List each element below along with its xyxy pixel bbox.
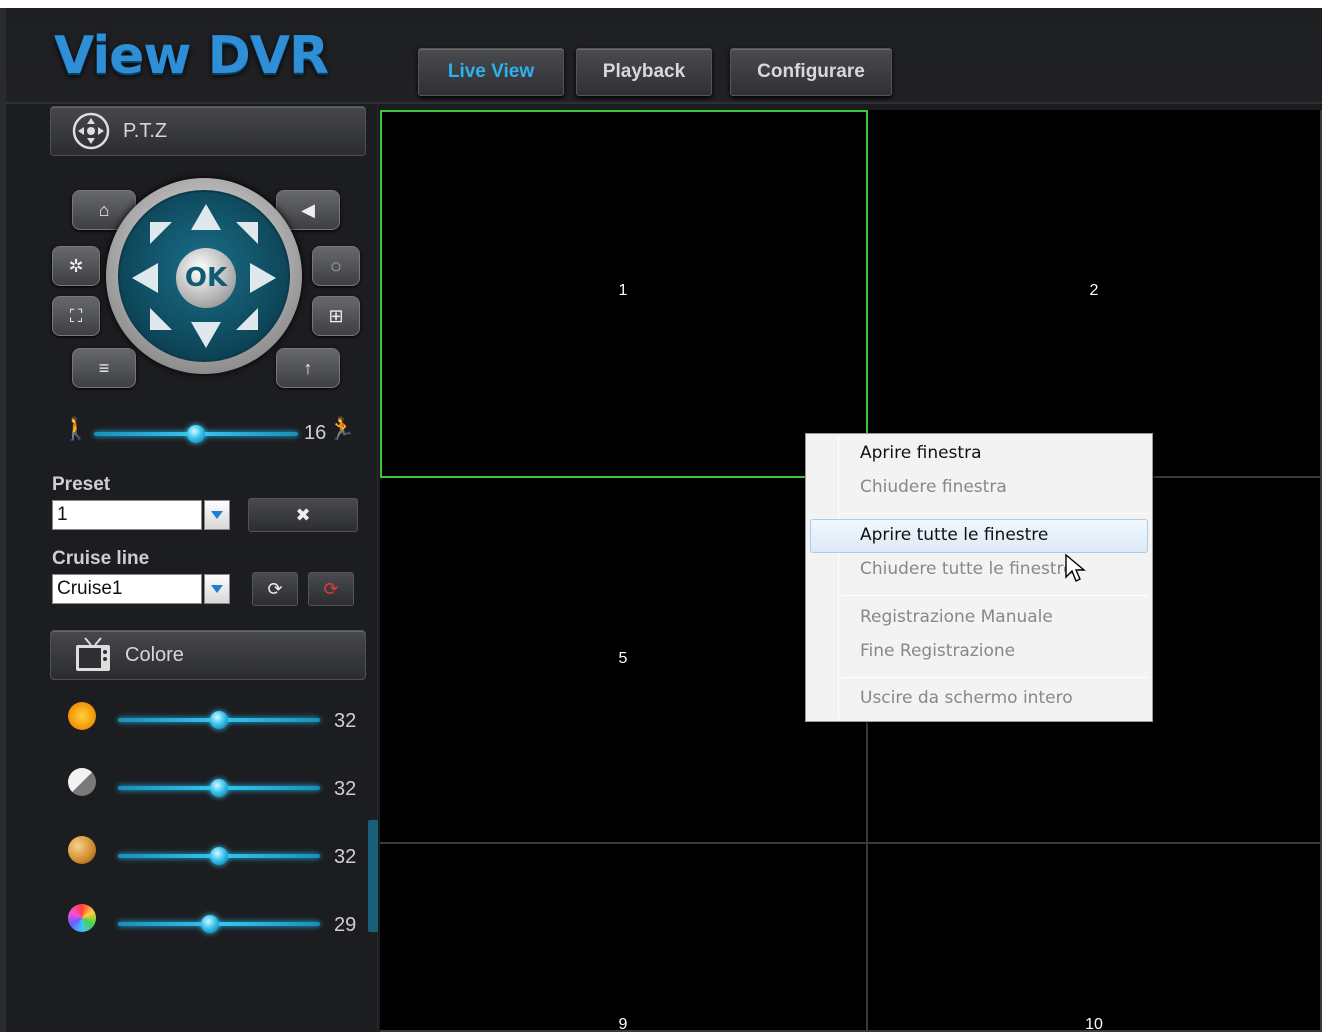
ptz-direction-pad: OK [118,190,290,362]
hue-thumb[interactable] [200,915,219,933]
menu-item-stop-recording[interactable]: Fine Registrazione [860,641,1015,661]
tab-playback[interactable]: Playback [576,48,712,96]
menu-item-exit-fullscreen[interactable]: Uscire da schermo intero [860,688,1073,708]
cruise-stop-button[interactable]: ⟳ [308,572,354,606]
contrast-slider[interactable] [118,778,320,798]
video-window-number: 9 [618,1016,628,1032]
logo-word-dvr: DVR [207,26,329,86]
contrast-icon [68,768,96,796]
ptz-up-right-arrow[interactable] [236,222,258,244]
zoom-out-icon: ⛶ [69,305,83,326]
focus-far-button[interactable]: ◌ [312,246,360,286]
color-section-header[interactable]: Colore [50,630,366,680]
ptz-up-arrow[interactable] [191,204,221,230]
saturation-palette-icon [68,836,96,864]
context-menu-gutter [838,436,839,719]
ptz-speed-slider[interactable] [94,424,298,444]
video-window-number: 2 [1089,282,1099,299]
auto-button[interactable]: ↑ [276,348,340,388]
ptz-down-arrow[interactable] [191,322,221,348]
video-window-number: 5 [618,650,628,667]
ptz-up-left-arrow[interactable] [150,222,172,244]
ptz-speed-thumb[interactable] [187,425,205,443]
dvr-app: View DVR Live View Playback Configurare … [6,8,1322,1032]
saturation-thumb[interactable] [210,847,228,865]
ptz-direction-wheel: OK [106,178,302,374]
menu-item-manual-recording[interactable]: Registrazione Manuale [860,607,1053,627]
app-logo: View DVR [54,26,329,86]
ptz-left-arrow[interactable] [132,263,158,293]
ptz-down-right-arrow[interactable] [236,308,258,330]
cruise-line-label: Cruise line [52,548,150,569]
hue-wheel-icon [68,904,96,932]
menu-item-close-window[interactable]: Chiudere finestra [860,477,1007,497]
menu-separator [842,595,1148,596]
menu-item-close-all-windows[interactable]: Chiudere tutte le finestre [860,559,1074,579]
focus-far-icon: ◌ [330,255,342,276]
ptz-right-arrow[interactable] [250,263,276,293]
menu-separator [842,513,1148,514]
light-icon: ◀ [301,199,315,220]
preset-label: Preset [52,474,111,495]
hue-slider[interactable] [118,914,320,934]
video-window-9[interactable]: 9 [380,844,868,1032]
video-window-2[interactable]: 2 [868,110,1322,478]
menu-item-open-window[interactable]: Aprire finestra [860,443,981,463]
brightness-icon [68,702,96,730]
saturation-slider[interactable] [118,846,320,866]
brightness-slider[interactable] [118,710,320,730]
preset-select[interactable]: 1 [52,500,202,530]
cruise-line-dropdown-button[interactable] [204,574,230,604]
cruise-line-select[interactable]: Cruise1 [52,574,202,604]
hue-track [118,922,320,926]
cruise-stop-icon: ⟳ [323,578,339,599]
color-title: Colore [125,643,184,666]
cruise-start-icon: ⟳ [267,578,283,599]
zoom-in-button[interactable]: ⊞ [312,296,360,336]
ptz-down-left-arrow[interactable] [150,308,172,330]
context-menu: Aprire finestra Chiudere finestra Aprire… [805,433,1153,722]
focus-near-button[interactable]: ✲ [52,246,100,286]
brightness-thumb[interactable] [210,711,228,729]
video-window-1[interactable]: 1 [380,110,868,478]
auto-icon: ↑ [303,357,313,378]
focus-near-icon: ✲ [68,255,84,276]
menu-separator [842,677,1148,678]
preset-call-button[interactable]: ✖ [248,498,358,532]
zoom-in-icon: ⊞ [328,305,344,326]
header: View DVR Live View Playback Configurare [6,8,1322,104]
tv-icon [76,637,110,671]
tab-live-view[interactable]: Live View [418,48,564,96]
video-window-5[interactable]: 5 [380,478,868,844]
hue-value: 29 [334,914,357,936]
video-window-10[interactable]: 10 [868,844,1322,1032]
video-window-number: 1 [618,282,628,299]
ptz-icon [72,112,110,150]
panel-collapse-handle[interactable] [368,820,378,932]
contrast-thumb[interactable] [210,779,228,797]
slow-walk-icon: 🚶 [62,416,90,441]
ptz-section-header[interactable]: P.T.Z [50,106,366,156]
logo-word-view: View [54,26,208,86]
brightness-value: 32 [334,710,357,732]
zoom-out-button[interactable]: ⛶ [52,296,100,336]
preset-call-icon: ✖ [295,504,311,525]
video-window-number: 10 [1085,1016,1103,1032]
ptz-ok-button[interactable]: OK [176,248,236,308]
fast-run-icon: 🏃 [328,416,356,441]
wiper-icon: ≡ [98,357,110,378]
wiper-button[interactable]: ≡ [72,348,136,388]
contrast-value: 32 [334,778,357,800]
preset-dropdown-button[interactable] [204,500,230,530]
tab-configurare[interactable]: Configurare [730,48,892,96]
ptz-title: P.T.Z [123,119,168,142]
iris-icon: ⌂ [98,199,110,220]
saturation-value: 32 [334,846,357,868]
ptz-speed-value: 16 [304,422,327,444]
mouse-cursor-icon [1065,553,1086,582]
sidebar: P.T.Z ⌂ ◀ ✲ ◌ ⛶ ⊞ ≡ ↑ OK 🚶 16 🏃 Preset 1… [6,104,378,1032]
menu-item-open-all-windows[interactable]: Aprire tutte le finestre [860,525,1048,545]
cruise-start-button[interactable]: ⟳ [252,572,298,606]
